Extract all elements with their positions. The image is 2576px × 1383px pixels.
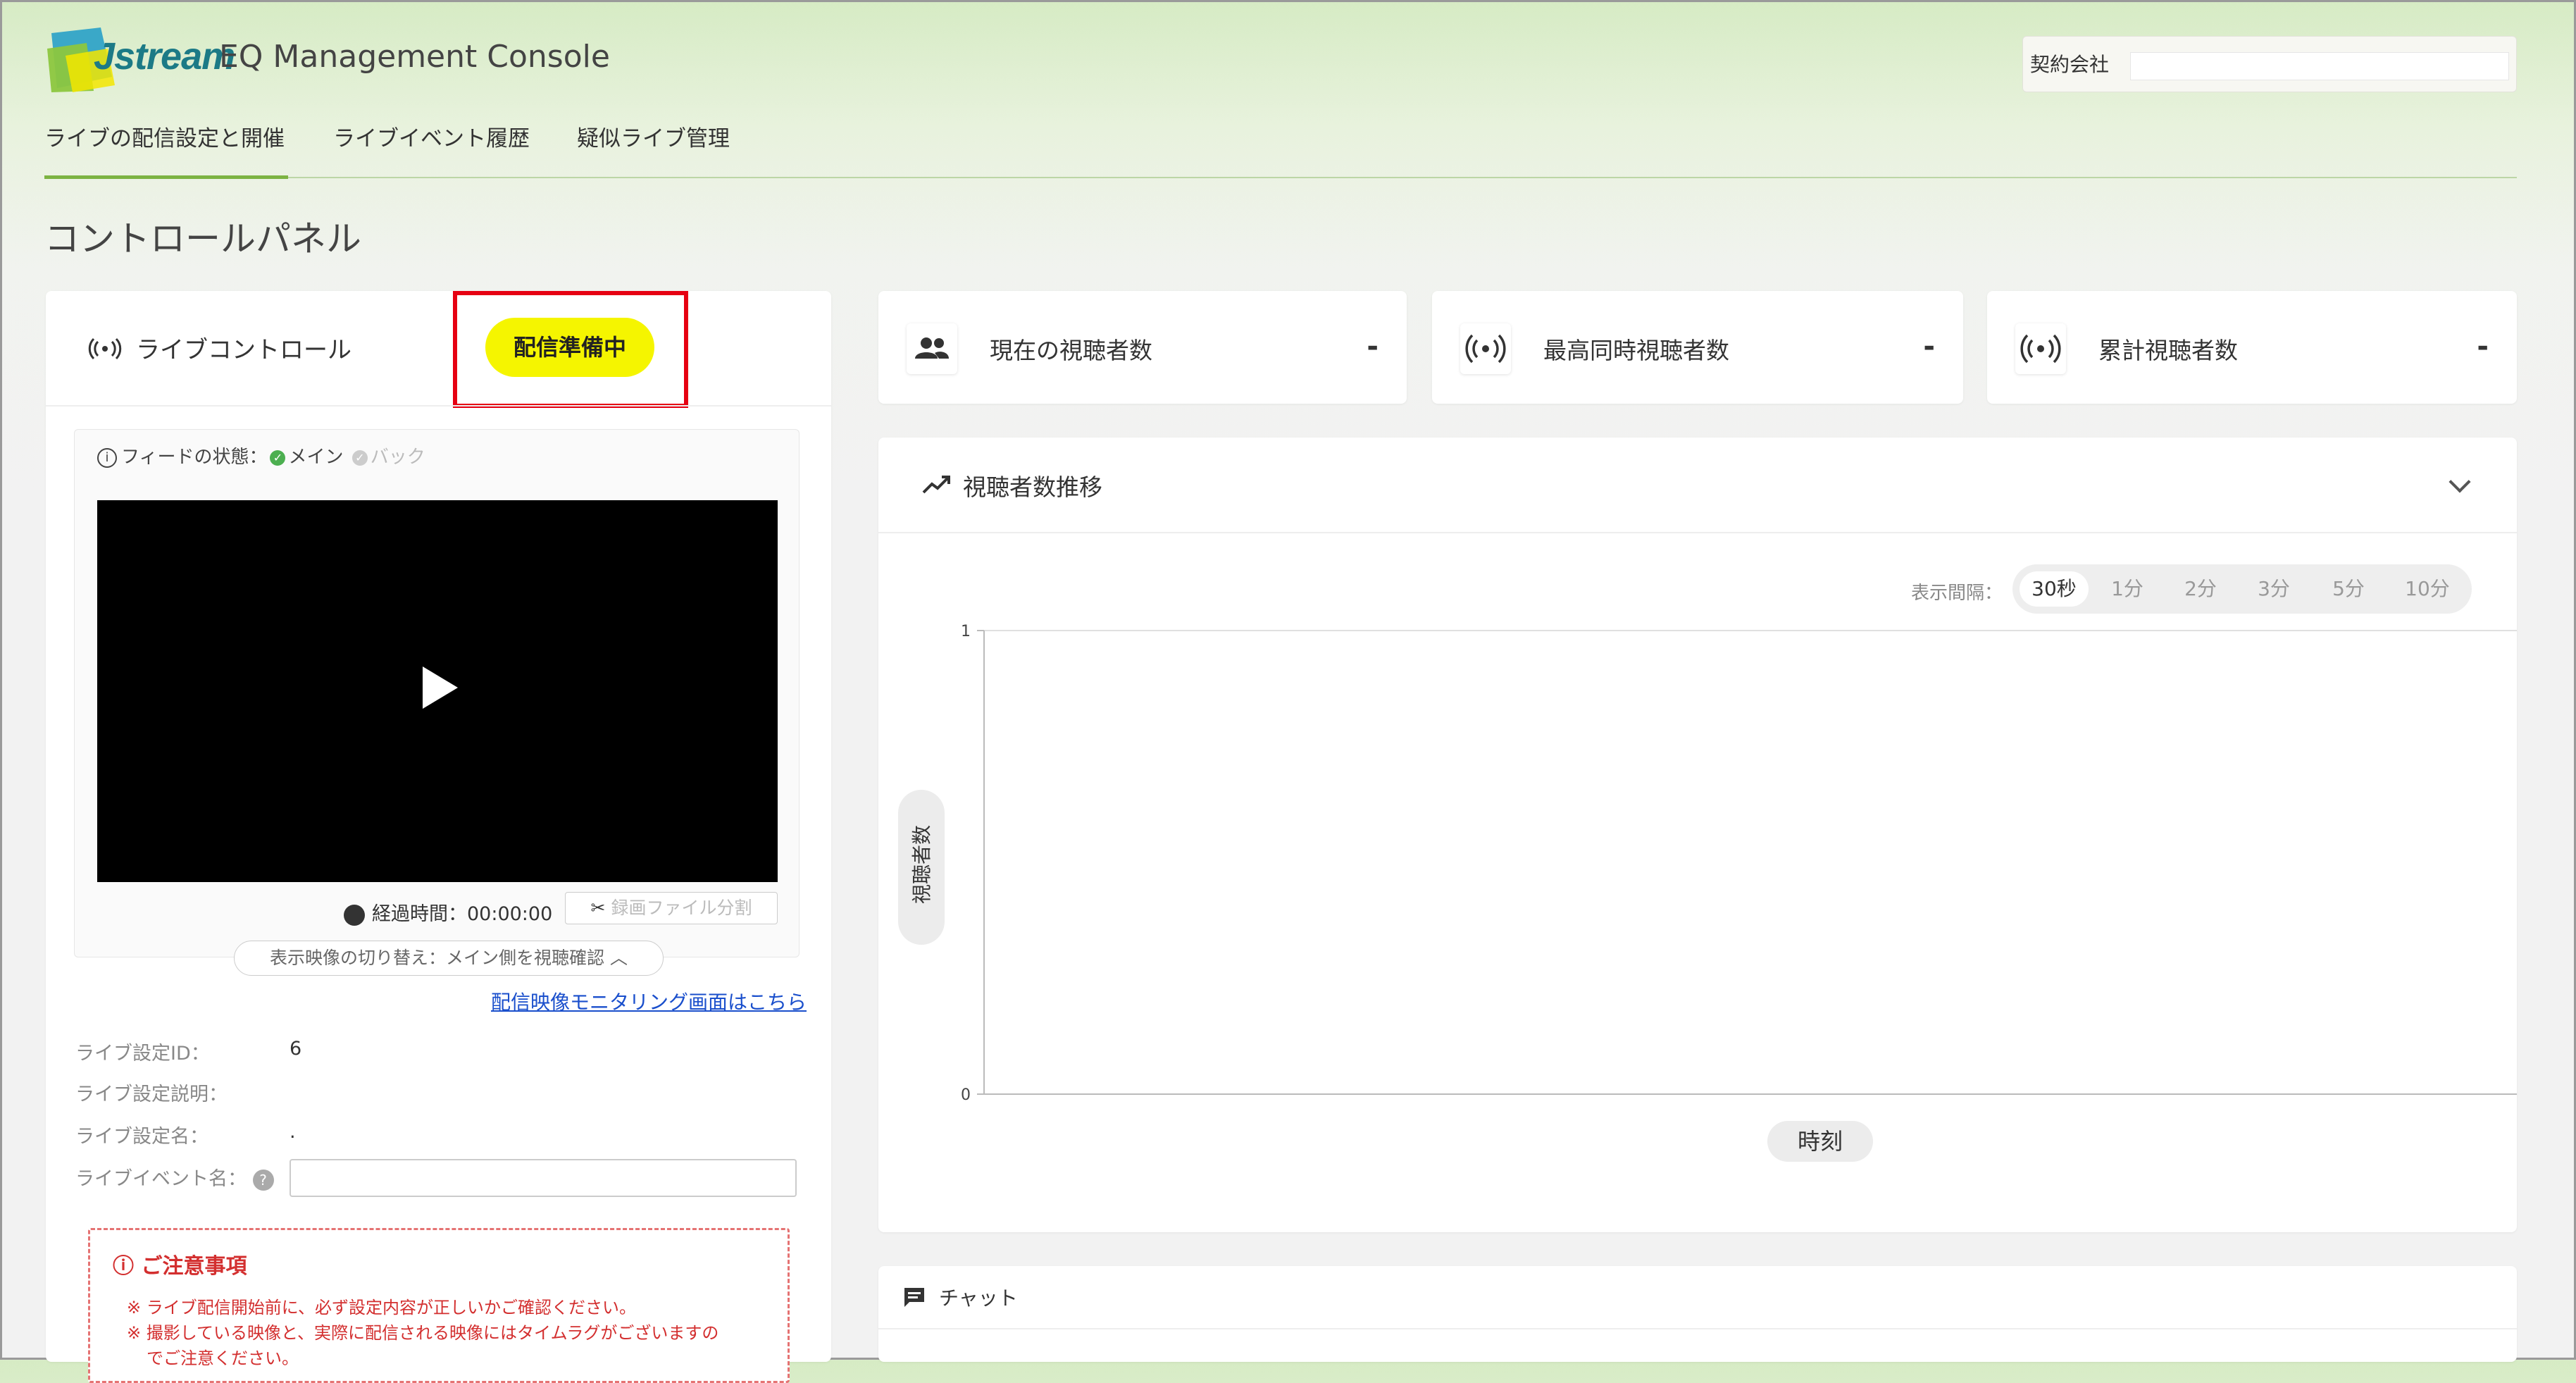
live-control-panel: ライブコントロール 配信準備中 i フィードの状態： ✓ メイン ✓ バック 経過時間：…	[46, 291, 831, 1383]
company-label: 契約会社	[2030, 53, 2110, 76]
broadcast-icon	[88, 337, 122, 360]
split-recording-label: 録画ファイル分割	[611, 898, 752, 918]
split-recording-button[interactable]: ✂ 録画ファイル分割	[565, 892, 778, 924]
notice-line: ※ ライブ配信開始前に、必ず設定内容が正しいかご確認ください。	[127, 1298, 637, 1317]
viewer-trend-card: 視聴者数推移 表示間隔： 30秒 1分 2分 3分 5分 10分 1 0 視聴者…	[878, 438, 2517, 1232]
clock-icon	[344, 904, 365, 926]
warning-icon: ⓘ	[113, 1254, 134, 1279]
stat-value: -	[2477, 330, 2489, 363]
live-setting-id-value: 6	[290, 1038, 302, 1060]
x-axis-label: 時刻	[1767, 1121, 1873, 1162]
live-setting-name-label: ライブ設定名：	[75, 1126, 209, 1148]
feed-main-label: メイン	[288, 447, 344, 468]
monitoring-link[interactable]: 配信映像モニタリング画面はこちら	[491, 987, 807, 1015]
app-title: EQ Management Console	[219, 39, 610, 75]
notice-line: でご注意ください。	[147, 1348, 299, 1368]
nav-divider	[44, 177, 2517, 178]
y-tick-label: 1	[961, 623, 971, 640]
stat-label: 現在の視聴者数	[990, 337, 1152, 364]
chat-title: チャット	[939, 1286, 1018, 1310]
panel-divider	[46, 405, 831, 407]
logo-text: Jstream	[94, 35, 235, 77]
company-selector[interactable]: 契約会社	[2022, 36, 2517, 92]
broadcast-icon	[2020, 334, 2061, 364]
stat-card-current-viewers: 現在の視聴者数 -	[878, 291, 1407, 404]
stat-value: -	[1367, 330, 1379, 363]
switch-view-toggle[interactable]: 表示映像の切り替え：メイン側を視聴確認 ︿	[234, 941, 664, 976]
y-tick-label: 0	[961, 1086, 971, 1104]
check-icon: ✓	[270, 449, 286, 466]
people-icon	[915, 337, 949, 359]
live-control-title: ライブコントロール	[136, 336, 351, 364]
chat-icon	[904, 1288, 924, 1307]
chat-divider	[878, 1328, 2517, 1329]
tab-live-event-history[interactable]: ライブイベント履歴	[333, 120, 530, 152]
nav-active-indicator	[44, 175, 288, 179]
live-event-name-label-text: ライブイベント名：	[75, 1168, 247, 1190]
help-icon[interactable]: ?	[252, 1169, 274, 1191]
feed-backup-label: バック	[370, 447, 425, 468]
tab-live-settings[interactable]: ライブの配信設定と開催	[44, 120, 285, 152]
play-icon[interactable]	[423, 666, 458, 709]
stat-card-peak-viewers: 最高同時視聴者数 -	[1432, 291, 1963, 404]
notice-title-text: ご注意事項	[141, 1254, 247, 1279]
stat-icon-box	[2015, 323, 2066, 374]
feed-status-label: フィードの状態：	[121, 447, 268, 468]
notice-box: ⓘ ご注意事項 ※ ライブ配信開始前に、必ず設定内容が正しいかご確認ください。 …	[88, 1228, 790, 1383]
chat-card: チャット	[878, 1266, 2517, 1362]
stat-label: 最高同時視聴者数	[1543, 337, 1729, 364]
feed-preview-box: i フィードの状態： ✓ メイン ✓ バック 経過時間：00:00:00 ✂ 録画ファイ…	[74, 429, 799, 976]
chevron-up-icon: ︿	[609, 948, 628, 968]
scissors-icon: ✂	[590, 898, 606, 918]
stat-label: 累計視聴者数	[2098, 337, 2238, 364]
notice-title: ⓘ ご注意事項	[113, 1248, 247, 1279]
stat-icon-box	[907, 323, 957, 374]
company-value-field[interactable]	[2130, 52, 2509, 80]
stat-card-total-viewers: 累計視聴者数 -	[1987, 291, 2517, 404]
y-axis-label: 視聴者数	[910, 824, 933, 905]
stat-value: -	[1923, 330, 1935, 363]
live-event-name-label: ライブイベント名： ?	[75, 1163, 274, 1191]
tab-pseudo-live[interactable]: 疑似ライブ管理	[577, 120, 730, 152]
jstream-logo[interactable]: Jstream	[44, 27, 235, 92]
live-setting-id-label: ライブ設定ID：	[75, 1043, 210, 1065]
stat-icon-box	[1460, 323, 1511, 374]
video-player[interactable]	[97, 500, 778, 882]
live-setting-name-value: .	[290, 1121, 296, 1143]
check-icon-inactive: ✓	[351, 449, 368, 466]
feed-status: i フィードの状態： ✓ メイン ✓ バック	[97, 442, 425, 469]
elapsed-time: 経過時間：00:00:00	[344, 898, 552, 926]
live-event-name-input[interactable]	[290, 1159, 797, 1197]
elapsed-time-text: 経過時間：00:00:00	[372, 903, 553, 925]
status-badge: 配信準備中	[485, 318, 654, 377]
broadcast-icon	[1465, 334, 1506, 364]
info-icon: i	[97, 447, 117, 468]
notice-line: ※ 撮影している映像と、実際に配信される映像にはタイムラグがございますの	[127, 1323, 719, 1343]
switch-view-label: 表示映像の切り替え：メイン側を視聴確認	[270, 948, 605, 968]
viewer-chart-plot: 1 0	[961, 623, 2517, 1104]
live-setting-desc-label: ライブ設定説明：	[75, 1084, 228, 1105]
page-title: コントロールパネル	[44, 218, 361, 259]
